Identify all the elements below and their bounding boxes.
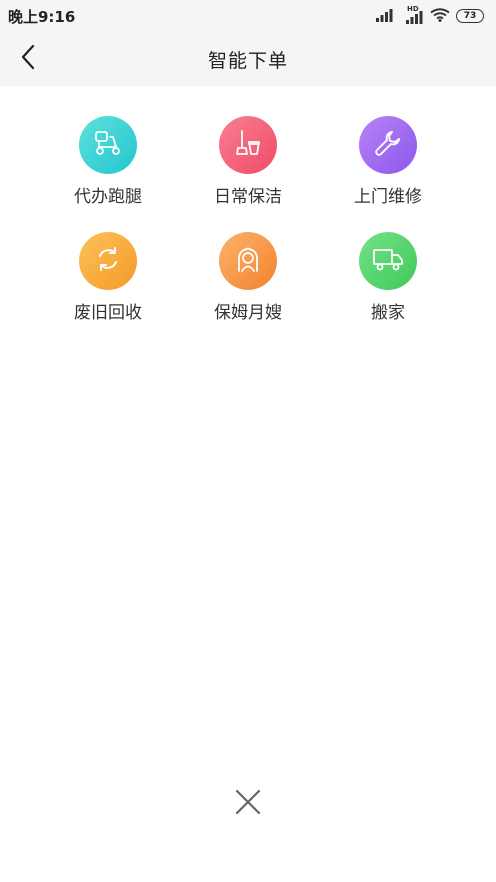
service-icon-circle xyxy=(219,232,277,290)
chevron-left-icon xyxy=(20,44,36,74)
service-errand[interactable]: 代办跑腿 xyxy=(38,116,178,212)
service-icon-circle xyxy=(79,116,137,174)
status-indicators: HD 73 xyxy=(376,5,484,26)
service-cleaning[interactable]: 日常保洁 xyxy=(178,116,318,212)
wrench-icon xyxy=(373,128,403,162)
service-moving[interactable]: 搬家 xyxy=(318,232,458,328)
close-icon xyxy=(235,789,261,819)
status-bar: 晚上9:16 HD 73 xyxy=(0,0,496,32)
wifi-icon xyxy=(430,7,450,26)
service-grid: 代办跑腿 日常保洁 上门维修 废旧回收 保姆月嫂 搬家 xyxy=(38,116,458,328)
service-nanny[interactable]: 保姆月嫂 xyxy=(178,232,318,328)
service-icon-circle xyxy=(79,232,137,290)
service-label: 搬家 xyxy=(371,303,405,323)
close-button[interactable] xyxy=(228,784,268,824)
service-icon-circle xyxy=(359,116,417,174)
service-label: 代办跑腿 xyxy=(74,187,142,207)
service-label: 日常保洁 xyxy=(214,187,282,207)
battery-indicator: 73 xyxy=(456,9,484,23)
nav-bar: 智能下单 xyxy=(0,32,496,86)
back-button[interactable] xyxy=(14,44,42,74)
service-label: 废旧回收 xyxy=(74,303,142,323)
recycle-icon xyxy=(94,245,122,277)
mop-bucket-icon xyxy=(233,128,263,162)
service-icon-circle xyxy=(359,232,417,290)
service-label: 上门维修 xyxy=(354,187,422,207)
service-repair[interactable]: 上门维修 xyxy=(318,116,458,212)
signal-hd-icon: HD xyxy=(404,5,424,24)
truck-icon xyxy=(372,246,404,276)
page-title: 智能下单 xyxy=(207,49,288,72)
service-icon-circle xyxy=(219,116,277,174)
service-label: 保姆月嫂 xyxy=(214,303,282,323)
scooter-icon xyxy=(92,129,124,161)
nanny-icon xyxy=(233,244,263,278)
service-recycling[interactable]: 废旧回收 xyxy=(38,232,178,328)
signal-icon xyxy=(376,7,398,26)
status-time: 晚上9:16 xyxy=(8,7,76,26)
